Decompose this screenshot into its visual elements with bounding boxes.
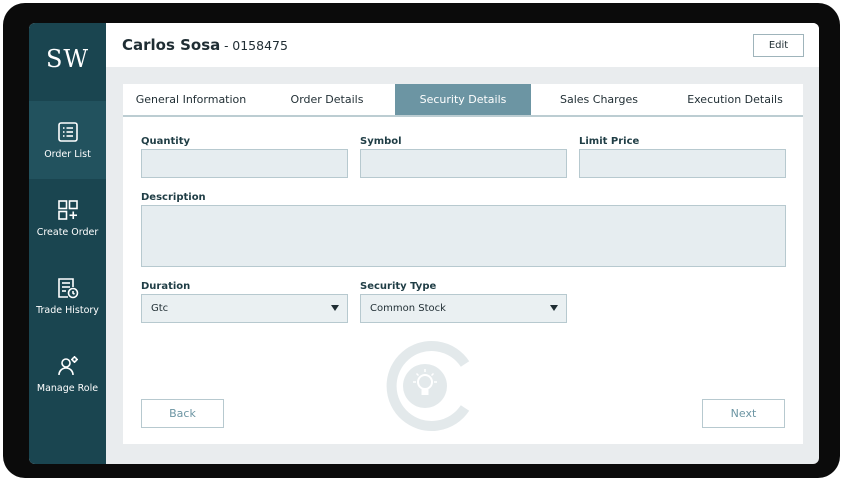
tab-general-information[interactable]: General Information — [123, 84, 259, 115]
description-field[interactable] — [141, 205, 786, 267]
security-type-select[interactable]: Common Stock — [360, 294, 567, 323]
sidebar-item-create-order[interactable]: Create Order — [29, 179, 106, 257]
quantity-label: Quantity — [141, 136, 190, 147]
next-button[interactable]: Next — [702, 399, 785, 428]
sidebar-item-label: Order List — [44, 149, 91, 160]
limit-price-label: Limit Price — [579, 136, 640, 147]
symbol-label: Symbol — [360, 136, 402, 147]
list-icon — [57, 122, 78, 142]
sidebar-item-label: Manage Role — [36, 383, 99, 394]
duration-select[interactable]: Gtc — [141, 294, 348, 323]
device-frame: SW Order List Create Order Trade History… — [3, 3, 840, 478]
client-name: Carlos Sosa — [122, 36, 221, 54]
security-details-panel: General Information Order Details Securi… — [123, 84, 803, 444]
limit-price-field[interactable] — [579, 149, 786, 178]
account-number: 0158475 — [232, 38, 288, 53]
caret-down-icon — [331, 305, 339, 311]
duration-label: Duration — [141, 281, 191, 292]
header: Carlos Sosa - 0158475 Edit — [106, 23, 819, 67]
sidebar-item-manage-role[interactable]: Manage Role — [29, 335, 106, 413]
edit-button[interactable]: Edit — [753, 34, 804, 57]
app-screen: SW Order List Create Order Trade History… — [29, 23, 819, 464]
sidebar-item-label: Trade History — [36, 305, 99, 316]
trade-history-icon — [57, 278, 78, 299]
caret-down-icon — [550, 305, 558, 311]
tab-security-details[interactable]: Security Details — [395, 84, 531, 115]
back-button[interactable]: Back — [141, 399, 224, 428]
duration-value: Gtc — [151, 303, 169, 314]
tab-order-details[interactable]: Order Details — [259, 84, 395, 115]
sidebar-item-order-list[interactable]: Order List — [29, 101, 106, 179]
symbol-field[interactable] — [360, 149, 567, 178]
page-title: Carlos Sosa - 0158475 — [122, 36, 288, 54]
sidebar: SW Order List Create Order Trade History… — [29, 23, 106, 464]
manage-role-icon — [57, 356, 78, 376]
create-order-icon — [57, 200, 78, 220]
description-label: Description — [141, 192, 206, 203]
title-separator: - — [220, 39, 233, 53]
watermark-logo — [386, 341, 470, 431]
security-type-label: Security Type — [360, 281, 437, 292]
tab-bar: General Information Order Details Securi… — [123, 84, 803, 117]
app-logo: SW — [45, 45, 90, 73]
sidebar-item-label: Create Order — [36, 227, 99, 238]
tab-execution-details[interactable]: Execution Details — [667, 84, 803, 115]
tab-sales-charges[interactable]: Sales Charges — [531, 84, 667, 115]
sidebar-item-trade-history[interactable]: Trade History — [29, 257, 106, 335]
security-type-value: Common Stock — [370, 303, 446, 314]
quantity-field[interactable] — [141, 149, 348, 178]
